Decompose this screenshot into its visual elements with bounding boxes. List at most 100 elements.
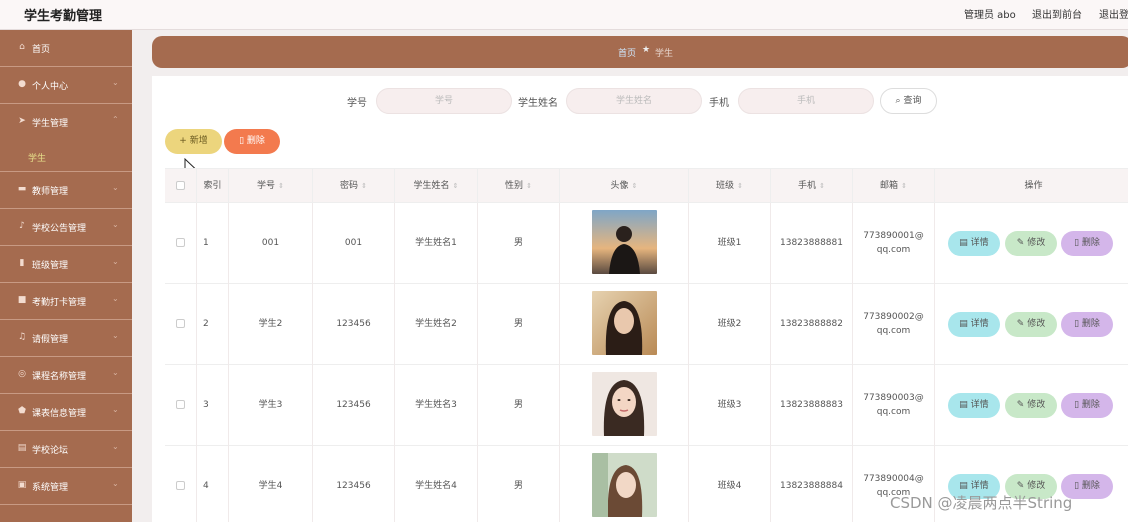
query-button[interactable]: ⌕ 查询 xyxy=(880,88,937,114)
chevron-down-icon: ⌄ xyxy=(112,479,119,488)
delete-button[interactable]: ▯ 删除 xyxy=(224,129,280,154)
edit-label: 修改 xyxy=(1027,481,1046,491)
th-gender[interactable]: 性别 ⇕ xyxy=(478,169,560,204)
detail-button[interactable]: ▤ 详情 xyxy=(948,312,1000,337)
th-index: 索引 xyxy=(197,169,229,204)
row-delete-button[interactable]: ▯ 删除 xyxy=(1061,312,1113,337)
sidebar-item-teacher-management[interactable]: ▬ 教师管理 ⌄ xyxy=(0,172,132,209)
th-id[interactable]: 学号 ⇕ xyxy=(229,169,313,204)
th-phone[interactable]: 手机 ⇕ xyxy=(771,169,853,204)
sidebar-item-course-management[interactable]: ◎ 课程名称管理 ⌄ xyxy=(0,357,132,394)
th-avatar[interactable]: 头像 ⇕ xyxy=(560,169,689,204)
sidebar-item-announcement-management[interactable]: ♪ 学校公告管理 ⌄ xyxy=(0,209,132,246)
delete-label: 删除 xyxy=(1081,400,1100,410)
trash-icon: ▯ xyxy=(1074,238,1082,248)
sidebar: ⌂ 首页 ● 个人中心 ⌄ ➤ 学生管理 ⌃ 学生 ▬ 教师管理 ⌄ ♪ 学校公… xyxy=(0,30,132,522)
sidebar-item-label: 个人中心 xyxy=(32,82,69,92)
sidebar-item-forum[interactable]: ▤ 学校论坛 ⌄ xyxy=(0,431,132,468)
sidebar-item-label: 学生管理 xyxy=(32,119,69,129)
chevron-down-icon: ⌄ xyxy=(112,405,119,414)
sidebar-item-leave-management[interactable]: ♫ 请假管理 ⌄ xyxy=(0,320,132,357)
delete-button-label: 删除 xyxy=(246,136,265,146)
row-checkbox[interactable] xyxy=(165,203,197,284)
search-id-input[interactable]: 学号 xyxy=(376,88,512,114)
delete-label: 删除 xyxy=(1081,481,1100,491)
edit-label: 修改 xyxy=(1027,319,1046,329)
select-all-checkbox[interactable] xyxy=(165,169,197,204)
cell-gender: 男 xyxy=(478,446,560,522)
detail-label: 详情 xyxy=(970,238,989,248)
cell-avatar xyxy=(560,365,689,446)
cell-name: 学生姓名2 xyxy=(395,284,478,365)
query-button-label: 查询 xyxy=(903,96,922,106)
row-checkbox[interactable] xyxy=(165,446,197,522)
th-class[interactable]: 班级 ⇕ xyxy=(689,169,771,204)
sidebar-subitem-student[interactable]: 学生 xyxy=(0,140,132,172)
app-title: 学生考勤管理 xyxy=(24,9,103,24)
cell-index: 1 xyxy=(197,203,229,284)
row-checkbox[interactable] xyxy=(165,365,197,446)
breadcrumb-home[interactable]: 首页 xyxy=(618,46,636,59)
edit-button[interactable]: ✎ 修改 xyxy=(1005,393,1057,418)
trash-icon: ▯ xyxy=(1074,319,1082,329)
watermark: CSDN @凌晨两点半String xyxy=(890,494,1073,512)
edit-label: 修改 xyxy=(1027,238,1046,248)
cell-password: 123456 xyxy=(313,284,395,365)
sort-icon: ⇕ xyxy=(901,182,907,190)
edit-button[interactable]: ✎ 修改 xyxy=(1005,231,1057,256)
avatar-image xyxy=(592,210,657,274)
send-icon: ➤ xyxy=(18,116,26,126)
detail-button[interactable]: ▤ 详情 xyxy=(948,231,1000,256)
sidebar-item-schedule-management[interactable]: ⬟ 课表信息管理 ⌄ xyxy=(0,394,132,431)
globe-icon: ◎ xyxy=(18,369,26,379)
plus-icon: + xyxy=(179,136,187,146)
cell-avatar xyxy=(560,203,689,284)
cell-name: 学生姓名4 xyxy=(395,446,478,522)
avatar-image xyxy=(592,453,657,517)
sidebar-item-system-management[interactable]: ▣ 系统管理 ⌄ xyxy=(0,468,132,505)
row-delete-button[interactable]: ▯ 删除 xyxy=(1061,231,1113,256)
detail-button[interactable]: ▤ 详情 xyxy=(948,393,1000,418)
row-checkbox[interactable] xyxy=(165,284,197,365)
sidebar-item-attendance-management[interactable]: ■ 考勤打卡管理 ⌄ xyxy=(0,283,132,320)
sidebar-item-home[interactable]: ⌂ 首页 xyxy=(0,30,132,67)
cell-id: 001 xyxy=(229,203,313,284)
cell-id: 学生2 xyxy=(229,284,313,365)
table-row: 3 学生3 123456 学生姓名3 男 班级3 13823888883 773… xyxy=(165,365,1128,446)
content-card: 学号 学号 学生姓名 学生姓名 手机 手机 ⌕ 查询 + 新增 ▯ 删除 索引 … xyxy=(152,76,1128,522)
th-password[interactable]: 密码 ⇕ xyxy=(313,169,395,204)
sidebar-item-student-management[interactable]: ➤ 学生管理 ⌃ xyxy=(0,104,132,141)
pencil-icon: ✎ xyxy=(1016,400,1028,410)
sidebar-item-personal-center[interactable]: ● 个人中心 ⌄ xyxy=(0,67,132,104)
th-label: 手机 xyxy=(798,181,817,191)
edit-button[interactable]: ✎ 修改 xyxy=(1005,312,1057,337)
th-email[interactable]: 邮箱 ⇕ xyxy=(853,169,935,204)
add-button[interactable]: + 新增 xyxy=(165,129,222,154)
sidebar-item-class-management[interactable]: ▮ 班级管理 ⌄ xyxy=(0,246,132,283)
chevron-down-icon: ⌄ xyxy=(112,257,119,266)
chevron-down-icon: ⌄ xyxy=(112,78,119,87)
logout-link[interactable]: 退出登 xyxy=(1099,6,1128,21)
cell-actions: ▤ 详情 ✎ 修改 ▯ 删除 xyxy=(935,365,1128,446)
chevron-down-icon: ⌄ xyxy=(112,294,119,303)
frontend-link[interactable]: 退出到前台 xyxy=(1032,6,1082,21)
chevron-down-icon: ⌄ xyxy=(112,442,119,451)
cell-phone: 13823888884 xyxy=(771,446,853,522)
sidebar-item-label: 请假管理 xyxy=(32,335,69,345)
list-icon: ▤ xyxy=(17,443,27,453)
th-name[interactable]: 学生姓名 ⇕ xyxy=(395,169,478,204)
cell-phone: 13823888882 xyxy=(771,284,853,365)
search-icon: ⌕ xyxy=(895,96,901,106)
th-label: 学生姓名 xyxy=(413,181,450,191)
cell-class: 班级1 xyxy=(689,203,771,284)
cell-actions: ▤ 详情 ✎ 修改 ▯ 删除 xyxy=(935,284,1128,365)
cell-class: 班级4 xyxy=(689,446,771,522)
chevron-down-icon: ⌄ xyxy=(112,331,119,340)
add-button-label: 新增 xyxy=(189,136,208,146)
search-phone-input[interactable]: 手机 xyxy=(738,88,874,114)
avatar-image xyxy=(592,291,657,355)
row-delete-button[interactable]: ▯ 删除 xyxy=(1061,393,1113,418)
cell-index: 4 xyxy=(197,446,229,522)
th-label: 头像 xyxy=(610,181,629,191)
search-name-input[interactable]: 学生姓名 xyxy=(566,88,702,114)
